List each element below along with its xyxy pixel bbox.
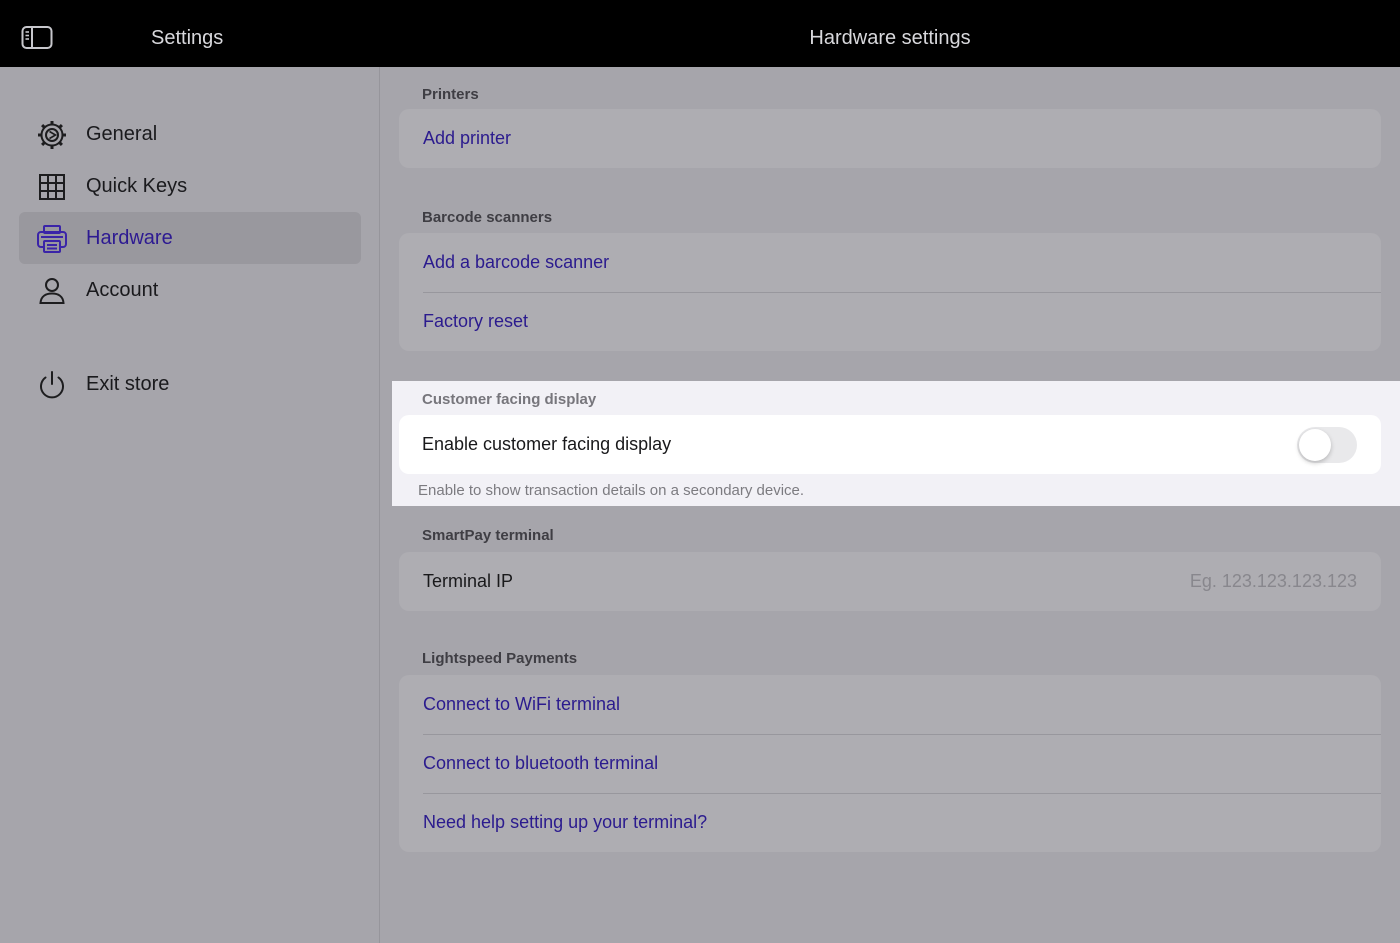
terminal-help-link[interactable]: Need help setting up your terminal?	[399, 793, 1381, 852]
sidebar-item-label: Exit store	[86, 373, 170, 395]
terminal-ip-label: Terminal IP	[423, 571, 514, 591]
factory-reset-label: Factory reset	[423, 311, 529, 331]
customer-display-toggle[interactable]	[1297, 427, 1357, 463]
section-title-lightspeed-payments: Lightspeed Payments	[422, 650, 578, 667]
sidebar-item-label: Quick Keys	[86, 175, 188, 197]
sidebar-item-label: General	[86, 123, 158, 145]
toggle-knob	[1299, 429, 1331, 461]
terminal-help-label: Need help setting up your terminal?	[423, 812, 708, 832]
section-title-barcode-scanners: Barcode scanners	[422, 209, 553, 226]
connect-bluetooth-terminal-label: Connect to bluetooth terminal	[423, 753, 659, 773]
add-printer-button[interactable]: Add printer	[399, 109, 1381, 168]
section-title-printers: Printers	[422, 86, 479, 103]
add-barcode-scanner-label: Add a barcode scanner	[423, 252, 610, 272]
sidebar-title: Settings	[151, 27, 224, 49]
printer-icon	[36, 223, 68, 255]
sidebar-item-hardware[interactable]: Hardware	[19, 212, 361, 264]
barcode-scanners-card: Add a barcode scanner Factory reset	[399, 233, 1381, 351]
section-title-smartpay: SmartPay terminal	[422, 527, 554, 544]
gear-icon	[36, 119, 68, 151]
customer-display-section: Customer facing display Enable customer …	[392, 381, 1400, 506]
add-printer-label: Add printer	[423, 128, 512, 148]
person-icon	[36, 275, 68, 307]
terminal-ip-input[interactable]	[1097, 567, 1357, 596]
sidebar: General Quick Keys Hardware Account Exit…	[0, 67, 380, 943]
sidebar-item-quick-keys[interactable]: Quick Keys	[19, 160, 361, 212]
top-bar: Settings Hardware settings	[0, 0, 1400, 67]
grid-icon	[36, 171, 68, 203]
add-barcode-scanner-button[interactable]: Add a barcode scanner	[399, 233, 1381, 292]
factory-reset-button[interactable]: Factory reset	[399, 292, 1381, 351]
terminal-ip-row: Terminal IP	[399, 552, 1381, 611]
customer-display-card: Enable customer facing display	[399, 415, 1381, 474]
page-title: Hardware settings	[809, 27, 971, 49]
connect-wifi-terminal-button[interactable]: Connect to WiFi terminal	[399, 675, 1381, 734]
connect-bluetooth-terminal-button[interactable]: Connect to bluetooth terminal	[399, 734, 1381, 793]
sidebar-item-account[interactable]: Account	[19, 264, 361, 316]
customer-display-helper-text: Enable to show transaction details on a …	[418, 482, 805, 499]
smartpay-card: Terminal IP	[399, 552, 1381, 611]
hardware-settings-panel: Printers Add printer Barcode scanners Ad…	[380, 67, 1400, 943]
sidebar-item-exit-store[interactable]: Exit store	[19, 358, 361, 410]
sidebar-item-general[interactable]: General	[19, 108, 361, 160]
lightspeed-payments-card: Connect to WiFi terminal Connect to blue…	[399, 675, 1381, 852]
connect-wifi-terminal-label: Connect to WiFi terminal	[423, 694, 621, 714]
sidebar-toggle-icon[interactable]	[21, 25, 53, 51]
sidebar-item-label: Account	[86, 279, 159, 301]
customer-display-toggle-label: Enable customer facing display	[422, 434, 672, 454]
power-icon	[36, 369, 68, 401]
printers-card: Add printer	[399, 109, 1381, 168]
sidebar-item-label: Hardware	[86, 227, 173, 249]
section-title-customer-display: Customer facing display	[422, 391, 597, 408]
